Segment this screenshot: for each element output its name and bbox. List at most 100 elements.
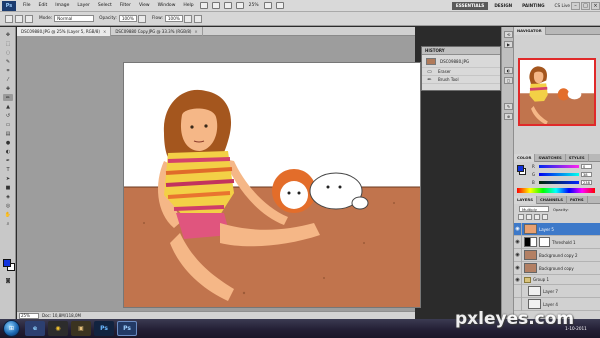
- eye-icon[interactable]: [514, 284, 522, 298]
- close-icon[interactable]: ×: [194, 29, 197, 34]
- zoom-level[interactable]: 25%: [249, 3, 259, 8]
- menu-help[interactable]: Help: [179, 3, 197, 8]
- layer-group-row[interactable]: ◉ Group 1: [514, 274, 600, 285]
- tab-paths[interactable]: PATHS: [567, 195, 588, 204]
- eraser-tool-icon[interactable]: ▭: [3, 121, 13, 128]
- arrange-documents-icon[interactable]: [263, 2, 272, 9]
- brush-panel-icon[interactable]: [25, 14, 33, 23]
- close-button[interactable]: ×: [591, 1, 600, 10]
- layer-row[interactable]: ◉ Background copy: [514, 261, 600, 275]
- layer-row[interactable]: ◉ Layer 5: [514, 222, 600, 236]
- menu-file[interactable]: File: [19, 3, 35, 8]
- taskbar-ie-icon[interactable]: e: [25, 321, 45, 336]
- tab-swatches[interactable]: SWATCHES: [535, 153, 566, 162]
- screen-mode-icon[interactable]: [275, 2, 284, 9]
- crop-tool-icon[interactable]: ⌗: [3, 67, 13, 74]
- gradient-tool-icon[interactable]: ▤: [3, 130, 13, 137]
- history-item[interactable]: ✏ Brush Tool: [422, 76, 500, 84]
- taskbar-photoshop-active-icon[interactable]: Ps: [117, 321, 137, 336]
- menu-select[interactable]: Select: [94, 3, 116, 8]
- layer-name[interactable]: Background copy 2: [539, 253, 578, 258]
- taskbar-photoshop-icon[interactable]: Ps: [94, 321, 114, 336]
- minimize-button[interactable]: –: [571, 1, 580, 10]
- eye-icon[interactable]: ◉: [514, 248, 522, 262]
- 3d-rotate-tool-icon[interactable]: ◈: [3, 193, 13, 200]
- navigator-view-box[interactable]: [518, 58, 596, 126]
- color-foreground-swatch[interactable]: [517, 165, 524, 172]
- workspace-painting[interactable]: PAINTING: [518, 2, 548, 10]
- image-canvas[interactable]: [123, 62, 421, 308]
- workspace-essentials[interactable]: ESSENTIALS: [451, 1, 489, 10]
- layer-name[interactable]: Background copy: [539, 266, 574, 271]
- quick-select-tool-icon[interactable]: ✎: [3, 58, 13, 65]
- eye-icon[interactable]: ◉: [514, 222, 522, 236]
- clone-source-panel-icon[interactable]: ⊕: [504, 113, 513, 120]
- channel-value[interactable]: 38: [581, 172, 592, 177]
- eye-icon[interactable]: ◉: [514, 235, 522, 249]
- tab-layers[interactable]: LAYERS: [514, 195, 537, 204]
- menu-edit[interactable]: Edit: [35, 3, 52, 8]
- channel-slider[interactable]: [539, 165, 579, 168]
- airbrush-icon[interactable]: [183, 14, 192, 23]
- healing-brush-tool-icon[interactable]: ✚: [3, 85, 13, 92]
- dodge-tool-icon[interactable]: ◐: [3, 148, 13, 155]
- close-icon[interactable]: ×: [103, 29, 106, 34]
- color-ramp[interactable]: [517, 188, 595, 193]
- channel-value[interactable]: 0: [581, 164, 592, 169]
- path-selection-tool-icon[interactable]: ➤: [3, 175, 13, 182]
- layer-name[interactable]: Group 1: [533, 277, 549, 282]
- tab-color[interactable]: COLOR: [514, 153, 536, 162]
- zoom-icon[interactable]: [235, 2, 244, 9]
- blend-mode-select[interactable]: Multiply: [519, 206, 549, 212]
- pen-tool-icon[interactable]: ✒: [3, 157, 13, 164]
- menu-view[interactable]: View: [135, 3, 154, 8]
- cs-live-menu[interactable]: CS Live: [555, 3, 570, 8]
- shape-tool-icon[interactable]: ■: [3, 184, 13, 191]
- layer-name[interactable]: Layer 7: [543, 289, 558, 294]
- lock-transparent-icon[interactable]: [518, 214, 524, 220]
- flow-field[interactable]: 100%: [164, 15, 183, 22]
- menu-filter[interactable]: Filter: [116, 3, 135, 8]
- channel-slider[interactable]: [539, 181, 579, 184]
- tab-dsc09880-copy[interactable]: DSC09880 Copy.JPG @ 33.3% (RGB/8) ×: [111, 27, 203, 36]
- adjustments-panel-icon[interactable]: ◐: [504, 67, 513, 74]
- brush-tool-icon[interactable]: ✏: [3, 94, 13, 101]
- channel-slider[interactable]: [539, 173, 579, 176]
- menu-window[interactable]: Window: [154, 3, 180, 8]
- type-tool-icon[interactable]: T: [3, 166, 13, 173]
- lock-position-icon[interactable]: [534, 214, 540, 220]
- eye-icon[interactable]: ◉: [514, 274, 522, 285]
- 3d-orbit-tool-icon[interactable]: ◎: [3, 202, 13, 209]
- channel-value[interactable]: 238: [581, 180, 592, 185]
- lasso-tool-icon[interactable]: ◌: [3, 49, 13, 56]
- layer-name[interactable]: Threshold 1: [552, 240, 576, 245]
- eyedropper-tool-icon[interactable]: ⁄: [3, 76, 13, 83]
- eye-icon[interactable]: ◉: [514, 261, 522, 275]
- navigator-title[interactable]: NAVIGATOR: [514, 26, 546, 35]
- quick-mask-icon[interactable]: ◙: [3, 277, 13, 284]
- history-panel-icon[interactable]: ⟲: [504, 31, 513, 38]
- opacity-field[interactable]: 100%: [118, 15, 137, 22]
- mode-select[interactable]: Normal: [54, 15, 95, 22]
- layer-name[interactable]: Layer 4: [543, 302, 558, 307]
- history-snapshot[interactable]: DSC09880.JPG: [422, 55, 500, 68]
- lock-all-icon[interactable]: [542, 214, 548, 220]
- mini-bridge-icon[interactable]: [211, 2, 220, 9]
- history-item[interactable]: ▭ Eraser: [422, 68, 500, 76]
- masks-panel-icon[interactable]: ◻: [504, 77, 513, 84]
- lock-image-icon[interactable]: [526, 214, 532, 220]
- tab-channels[interactable]: CHANNELS: [537, 195, 568, 204]
- blur-tool-icon[interactable]: ●: [3, 139, 13, 146]
- zoom-field[interactable]: 25%: [19, 312, 39, 319]
- actions-panel-icon[interactable]: ▶: [504, 41, 513, 48]
- pressure-opacity-icon[interactable]: [137, 14, 146, 23]
- clone-stamp-tool-icon[interactable]: ▲: [3, 103, 13, 110]
- workspace-design[interactable]: DESIGN: [490, 2, 516, 10]
- brush-panel-icon[interactable]: ✎: [504, 103, 513, 110]
- tool-preset-icon[interactable]: [5, 14, 13, 23]
- layer-row[interactable]: Layer 7: [514, 284, 600, 298]
- bridge-icon[interactable]: [199, 2, 208, 9]
- taskbar-explorer-icon[interactable]: ▣: [71, 321, 91, 336]
- brush-preset-icon[interactable]: [15, 14, 23, 23]
- foreground-color-swatch[interactable]: [3, 259, 11, 267]
